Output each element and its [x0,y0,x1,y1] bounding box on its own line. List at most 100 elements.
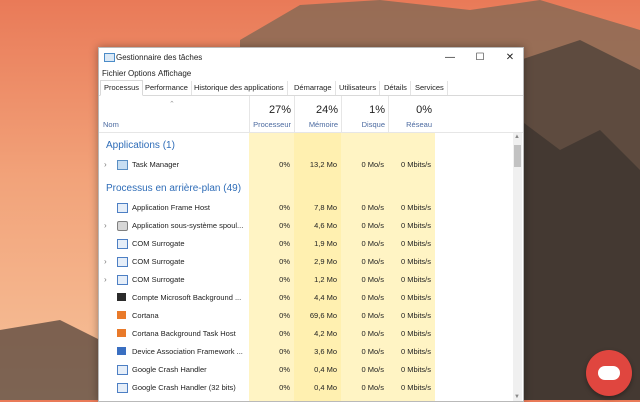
network-value: 0 Mbits/s [400,365,431,374]
cpu-value: 0% [279,293,290,302]
memory-value: 13,2 Mo [309,160,337,169]
window-title: Gestionnaire des tâches [116,53,203,62]
memory-value: 69,6 Mo [309,311,337,320]
memory-value: 0,4 Mo [314,383,337,392]
network-value: 0 Mbits/s [400,257,431,266]
disk-value: 0 Mo/s [361,347,384,356]
cpu-value: 0% [279,329,290,338]
disk-value: 0 Mo/s [361,203,384,212]
column-network[interactable]: 0% Réseau [388,96,436,132]
process-row[interactable]: Google Crash Handler 0% 0,4 Mo 0 Mo/s 0 Mbit… [99,361,513,379]
memory-value: 1,9 Mo [314,239,337,248]
tab-historique[interactable]: Historique des applications [191,81,288,95]
title-bar: Gestionnaire des tâches — ☐ ✕ [99,48,523,67]
tab-details[interactable]: Détails [381,81,411,95]
task-manager-window: Gestionnaire des tâches — ☐ ✕ Fichier Op… [98,47,524,402]
vertical-scrollbar[interactable]: ▲ ▼ [513,133,522,401]
tab-performance[interactable]: Performance [142,81,192,95]
disk-label: Disque [361,120,385,129]
process-name: COM Surrogate [132,275,185,284]
window-icon [117,275,128,285]
cpu-value: 0% [279,221,290,230]
scroll-thumb[interactable] [514,145,521,167]
process-row[interactable]: Google Crash Handler (32 bits) 0% 0,4 Mo 0 … [99,379,513,397]
process-row[interactable]: › COM Surrogate 0% 2,9 Mo 0 Mo/s 0 Mbits/s [99,253,513,271]
network-value: 0 Mbits/s [400,203,431,212]
device-icon [117,347,126,355]
tab-strip: Processus Performance Historique des app… [99,80,523,96]
network-label: Réseau [406,120,432,129]
process-row[interactable]: COM Surrogate 0% 1,9 Mo 0 Mo/s 0 Mbits/s [99,235,513,253]
tab-utilisateurs[interactable]: Utilisateurs [336,81,381,95]
disk-value: 0 Mo/s [361,239,384,248]
column-memory[interactable]: 24% Mémoire [294,96,342,132]
network-value: 0 Mbits/s [400,311,431,320]
scroll-down-icon[interactable]: ▼ [514,394,520,400]
cpu-value: 0% [279,160,290,169]
process-row[interactable]: Application Frame Host 0% 7,8 Mo 0 Mo/s 0 Mb… [99,199,513,217]
process-row[interactable]: › Task Manager 0% 13,2 Mo 0 Mo/s 0 Mbits/s [99,156,513,174]
cortana-icon [117,329,126,337]
process-name: Cortana Background Task Host [132,329,236,338]
menu-affichage[interactable]: Affichage [158,69,191,78]
window-icon [117,239,128,249]
column-name[interactable]: Nom [103,120,119,129]
maximize-button[interactable]: ☐ [465,48,495,67]
task-manager-icon [117,160,128,170]
process-name: Application Frame Host [132,203,210,212]
memory-value: 3,6 Mo [314,347,337,356]
menu-fichier[interactable]: Fichier [102,69,126,78]
column-cpu[interactable]: 27% Processeur [249,96,295,132]
tab-processus[interactable]: Processus [100,80,144,96]
tab-demarrage[interactable]: Démarrage [291,81,336,95]
memory-value: 2,9 Mo [314,257,337,266]
expand-chevron-icon[interactable]: › [104,221,107,230]
network-total: 0% [416,104,432,116]
process-name: COM Surrogate [132,239,185,248]
process-row[interactable]: Compte Microsoft Background ... 0% 4,4 Mo 0… [99,289,513,307]
process-name: Cortana [132,311,159,320]
disk-value: 0 Mo/s [361,221,384,230]
disk-value: 0 Mo/s [361,293,384,302]
memory-label: Mémoire [308,120,338,129]
disk-total: 1% [369,104,385,116]
disk-value: 0 Mo/s [361,329,384,338]
process-name: Task Manager [132,160,180,169]
disk-value: 0 Mo/s [361,160,384,169]
column-disk[interactable]: 1% Disque [341,96,389,132]
minimize-button[interactable]: — [435,48,465,67]
network-value: 0 Mbits/s [400,239,431,248]
window-icon [117,257,128,267]
disk-value: 0 Mo/s [361,257,384,266]
microsoft-icon [117,293,126,301]
process-row[interactable]: Device Association Framework ... 0% 3,6 Mo… [99,343,513,361]
cpu-value: 0% [279,347,290,356]
expand-chevron-icon[interactable]: › [104,160,107,169]
menu-options[interactable]: Options [128,69,156,78]
expand-chevron-icon[interactable]: › [104,257,107,266]
process-list: Applications (1) Processus en arrière-pl… [99,133,513,401]
process-row[interactable]: Cortana Background Task Host 0% 4,2 Mo 0 Mo… [99,325,513,343]
close-button[interactable]: ✕ [495,48,525,67]
network-value: 0 Mbits/s [400,275,431,284]
group-background: Processus en arrière-plan (49) [106,183,242,194]
window-icon [117,383,128,393]
process-name: Application sous-système spoul... [132,221,244,230]
disk-value: 0 Mo/s [361,383,384,392]
cpu-value: 0% [279,365,290,374]
expand-chevron-icon[interactable]: › [104,275,107,284]
process-row[interactable]: › COM Surrogate 0% 1,2 Mo 0 Mo/s 0 Mbits/s [99,271,513,289]
memory-value: 0,4 Mo [314,365,337,374]
window-icon [117,365,128,375]
process-row[interactable]: Cortana 0% 69,6 Mo 0 Mo/s 0 Mbits/s [99,307,513,325]
memory-value: 4,4 Mo [314,293,337,302]
memory-value: 1,2 Mo [314,275,337,284]
cpu-label: Processeur [253,120,291,129]
tab-services[interactable]: Services [412,81,448,95]
cpu-value: 0% [279,383,290,392]
process-name: Device Association Framework ... [132,347,243,356]
scroll-up-icon[interactable]: ▲ [514,134,520,140]
process-row[interactable]: › Application sous-système spoul... 0% 4,6 … [99,217,513,235]
cpu-value: 0% [279,311,290,320]
column-header: ⌃ Nom 27% Processeur 24% Mémoire 1% Disq… [99,96,523,133]
